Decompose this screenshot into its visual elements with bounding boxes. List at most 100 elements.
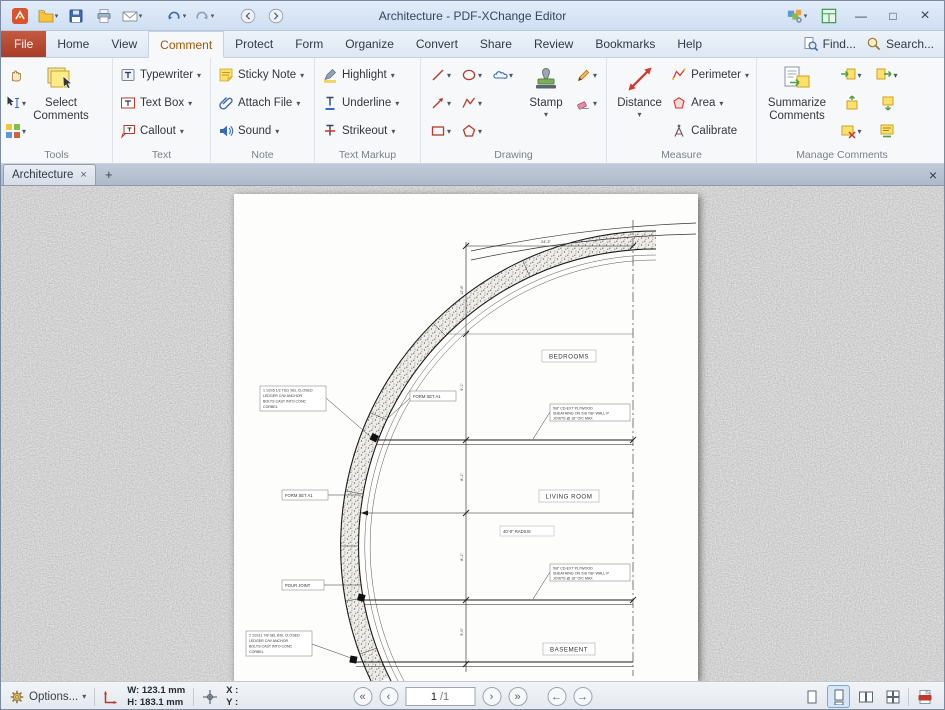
dropdown-caret[interactable]: ▾ bbox=[593, 71, 597, 80]
polygon-tool-button[interactable]: ▾ bbox=[456, 117, 487, 145]
single-page-view-button[interactable] bbox=[800, 685, 823, 708]
next-comment-button[interactable] bbox=[879, 89, 895, 117]
dropdown-caret[interactable]: ▾ bbox=[82, 692, 86, 701]
dropdown-caret[interactable]: ▾ bbox=[544, 110, 548, 119]
tab-comment[interactable]: Comment bbox=[148, 31, 225, 58]
strikeout-button[interactable]: Strikeout ▾ bbox=[319, 117, 402, 145]
previous-page-button[interactable]: ‹ bbox=[379, 687, 398, 706]
dropdown-caret[interactable]: ▾ bbox=[183, 12, 187, 20]
sticky-note-button[interactable]: Sticky Note ▾ bbox=[215, 61, 307, 89]
tab-bookmarks[interactable]: Bookmarks bbox=[584, 31, 666, 57]
find-button[interactable]: Find... bbox=[803, 36, 856, 52]
tab-file[interactable]: File bbox=[1, 31, 47, 57]
tab-protect[interactable]: Protect bbox=[224, 31, 284, 57]
hide-comments-button[interactable]: ▾ bbox=[840, 117, 862, 145]
dropdown-caret[interactable]: ▾ bbox=[211, 12, 215, 20]
text-box-button[interactable]: Text Box ▾ bbox=[117, 89, 204, 117]
email-button[interactable]: ▾ bbox=[119, 4, 145, 28]
dropdown-caret[interactable]: ▾ bbox=[857, 71, 861, 80]
continuous-view-button[interactable] bbox=[827, 685, 850, 708]
arrow-tool-button[interactable]: ▾ bbox=[425, 89, 456, 117]
undo-button[interactable]: ▾ bbox=[163, 4, 189, 28]
open-button[interactable]: ▾ bbox=[35, 4, 61, 28]
document-tab-architecture[interactable]: Architecture × bbox=[3, 164, 96, 185]
print-button[interactable] bbox=[91, 4, 117, 28]
dropdown-caret[interactable]: ▾ bbox=[893, 71, 897, 80]
dropdown-caret[interactable]: ▾ bbox=[22, 127, 26, 136]
select-text-tool-button[interactable]: ▾ bbox=[5, 89, 26, 117]
minimize-button[interactable]: — bbox=[848, 5, 874, 27]
dropdown-caret[interactable]: ▾ bbox=[197, 71, 201, 80]
next-view-button[interactable]: → bbox=[573, 687, 592, 706]
customize-toolbars-button[interactable]: ▾ bbox=[784, 4, 810, 28]
dropdown-caret[interactable]: ▾ bbox=[296, 99, 300, 108]
comment-styles-button[interactable]: ▾ bbox=[5, 117, 26, 145]
previous-comment-button[interactable] bbox=[843, 89, 859, 117]
close-pane-icon[interactable]: × bbox=[929, 167, 937, 183]
search-button[interactable]: Search... bbox=[866, 36, 934, 52]
pdf-page[interactable]: 1 1/2x5 1/2 T&G SEL CLOSED LEDGER C/W AN… bbox=[234, 194, 698, 681]
distance-button[interactable]: Distance ▾ bbox=[611, 61, 668, 119]
two-page-view-button[interactable] bbox=[854, 685, 877, 708]
dropdown-caret[interactable]: ▾ bbox=[447, 71, 451, 80]
document-canvas[interactable]: 1 1/2x5 1/2 T&G SEL CLOSED LEDGER C/W AN… bbox=[1, 186, 944, 681]
calibrate-button[interactable]: Calibrate bbox=[668, 117, 752, 145]
maximize-button[interactable]: □ bbox=[880, 5, 906, 27]
attach-file-button[interactable]: Attach File ▾ bbox=[215, 89, 307, 117]
dropdown-caret[interactable]: ▾ bbox=[638, 110, 642, 119]
ellipse-tool-button[interactable]: ▾ bbox=[456, 61, 487, 89]
dropdown-caret[interactable]: ▾ bbox=[593, 99, 597, 108]
eraser-tool-button[interactable]: ▾ bbox=[576, 89, 597, 117]
tab-form[interactable]: Form bbox=[284, 31, 334, 57]
app-icon[interactable] bbox=[7, 4, 33, 28]
callout-button[interactable]: Callout ▾ bbox=[117, 117, 204, 145]
pencil-tool-button[interactable]: ▾ bbox=[576, 61, 597, 89]
dropdown-caret[interactable]: ▾ bbox=[275, 127, 279, 136]
polygon-line-tool-button[interactable]: ▾ bbox=[456, 89, 487, 117]
rectangle-tool-button[interactable]: ▾ bbox=[425, 117, 456, 145]
first-page-button[interactable]: « bbox=[353, 687, 372, 706]
dropdown-caret[interactable]: ▾ bbox=[509, 71, 513, 80]
pdf-mode-button[interactable] bbox=[913, 685, 936, 708]
tab-share[interactable]: Share bbox=[469, 31, 523, 57]
dropdown-caret[interactable]: ▾ bbox=[478, 99, 482, 108]
dropdown-caret[interactable]: ▾ bbox=[55, 12, 59, 20]
dropdown-caret[interactable]: ▾ bbox=[719, 99, 723, 108]
previous-view-button[interactable]: ← bbox=[547, 687, 566, 706]
import-comments-button[interactable]: ▾ bbox=[840, 61, 862, 89]
nav-forward-button[interactable] bbox=[263, 4, 289, 28]
nav-back-button[interactable] bbox=[235, 4, 261, 28]
dropdown-caret[interactable]: ▾ bbox=[857, 127, 861, 136]
typewriter-button[interactable]: Typewriter ▾ bbox=[117, 61, 204, 89]
tab-home[interactable]: Home bbox=[46, 31, 100, 57]
dropdown-caret[interactable]: ▾ bbox=[188, 99, 192, 108]
session-button[interactable] bbox=[816, 4, 842, 28]
dropdown-caret[interactable]: ▾ bbox=[745, 71, 749, 80]
dropdown-caret[interactable]: ▾ bbox=[391, 71, 395, 80]
summarize-comments-button[interactable]: Summarize Comments bbox=[761, 61, 833, 123]
last-page-button[interactable]: » bbox=[508, 687, 527, 706]
show-comments-button[interactable] bbox=[879, 117, 895, 145]
export-comments-button[interactable]: ▾ bbox=[876, 61, 898, 89]
dropdown-caret[interactable]: ▾ bbox=[391, 127, 395, 136]
tab-organize[interactable]: Organize bbox=[334, 31, 405, 57]
underline-button[interactable]: Underline ▾ bbox=[319, 89, 402, 117]
next-page-button[interactable]: › bbox=[482, 687, 501, 706]
new-document-tab-button[interactable]: + bbox=[100, 166, 118, 183]
save-button[interactable] bbox=[63, 4, 89, 28]
line-tool-button[interactable]: ▾ bbox=[425, 61, 456, 89]
close-button[interactable]: × bbox=[912, 5, 938, 27]
sound-button[interactable]: Sound ▾ bbox=[215, 117, 307, 145]
dropdown-caret[interactable]: ▾ bbox=[447, 127, 451, 136]
select-comments-button[interactable]: Select Comments bbox=[26, 61, 96, 123]
dropdown-caret[interactable]: ▾ bbox=[395, 99, 399, 108]
cloud-tool-button[interactable]: ▾ bbox=[487, 61, 518, 89]
tab-help[interactable]: Help bbox=[666, 31, 713, 57]
dropdown-caret[interactable]: ▾ bbox=[804, 12, 808, 20]
document-tab-close-icon[interactable]: × bbox=[80, 169, 86, 181]
page-number-field[interactable]: 1 /1 bbox=[405, 687, 475, 706]
hand-tool-button[interactable] bbox=[5, 61, 26, 89]
dropdown-caret[interactable]: ▾ bbox=[478, 127, 482, 136]
area-button[interactable]: Area ▾ bbox=[668, 89, 752, 117]
tab-view[interactable]: View bbox=[100, 31, 148, 57]
